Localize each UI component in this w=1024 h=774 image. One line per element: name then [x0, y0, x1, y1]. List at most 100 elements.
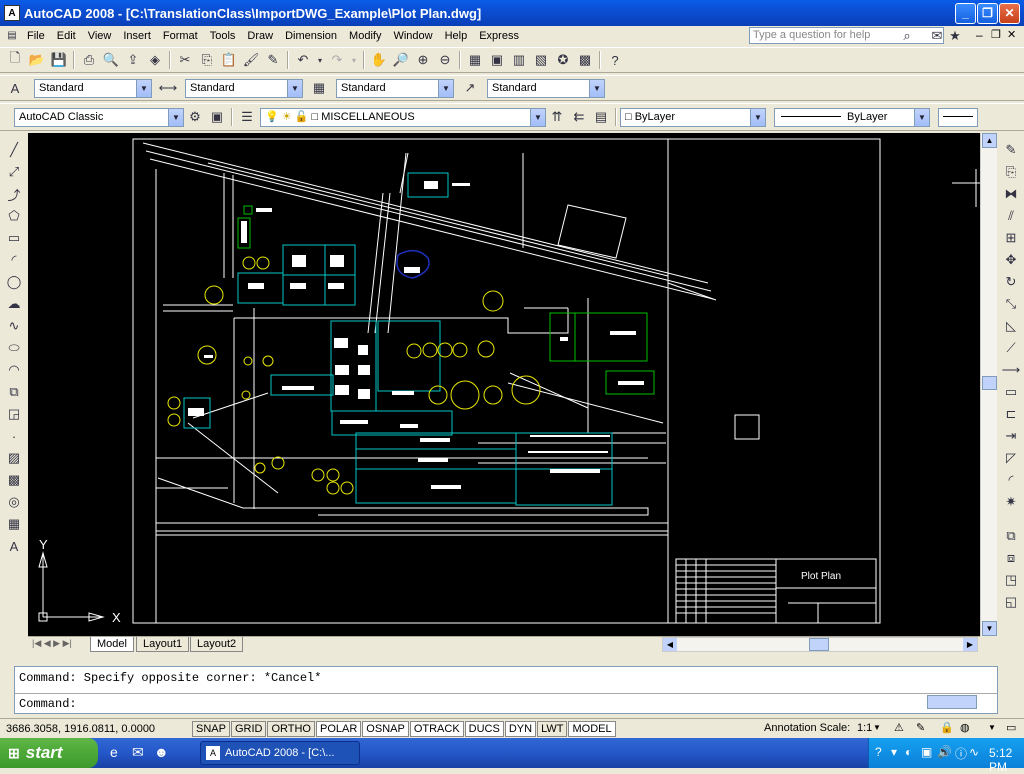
zoom-window-icon[interactable]: ⊕: [413, 50, 433, 70]
close-button[interactable]: ✕: [999, 3, 1020, 24]
make-object-layer-current-icon[interactable]: ⇈: [547, 107, 567, 127]
scroll-left-icon[interactable]: ◀: [663, 638, 677, 651]
dyn-toggle[interactable]: DYN: [504, 720, 537, 737]
table-icon[interactable]: ▦: [4, 514, 24, 534]
offset-icon[interactable]: ⫽: [1001, 206, 1021, 226]
cut-icon[interactable]: ✂: [175, 50, 195, 70]
calculator-icon[interactable]: ▩: [575, 50, 595, 70]
draw-order-back-icon[interactable]: ⧈: [1001, 548, 1021, 568]
menu-view[interactable]: View: [82, 30, 118, 42]
favorites-icon[interactable]: ★: [945, 26, 965, 46]
osnap-toggle[interactable]: OSNAP: [362, 720, 409, 737]
hscroll-thumb[interactable]: [809, 638, 829, 651]
polygon-icon[interactable]: ⬠: [4, 206, 24, 226]
move-icon[interactable]: ✥: [1001, 250, 1021, 270]
line-icon[interactable]: ╱: [4, 140, 24, 160]
menu-tools[interactable]: Tools: [204, 30, 242, 42]
doc-close-button[interactable]: ✕: [1007, 28, 1016, 41]
scroll-down-icon[interactable]: ▼: [982, 621, 997, 636]
tool-palettes-icon[interactable]: ▥: [509, 50, 529, 70]
revision-cloud-icon[interactable]: ☁: [4, 294, 24, 314]
display-icon[interactable]: ▣: [921, 745, 932, 759]
menu-express[interactable]: Express: [473, 30, 525, 42]
break-icon[interactable]: ⊏: [1001, 404, 1021, 424]
3d-dwf-icon[interactable]: ◈: [145, 50, 165, 70]
polar-toggle[interactable]: POLAR: [316, 720, 362, 737]
command-prompt[interactable]: Command:: [19, 697, 77, 711]
fillet-icon[interactable]: ◜: [1001, 470, 1021, 490]
trim-icon[interactable]: ⟋: [1001, 338, 1021, 358]
construction-line-icon[interactable]: ⤢: [4, 162, 24, 182]
scale-icon[interactable]: ⤡: [1001, 294, 1021, 314]
annotation-visibility-icon[interactable]: ⚠: [894, 721, 904, 734]
scroll-right-icon[interactable]: ▶: [963, 638, 977, 651]
chamfer-icon[interactable]: ◸: [1001, 448, 1021, 468]
autocad-icon[interactable]: A: [4, 5, 20, 21]
multiline-text-icon[interactable]: A: [4, 536, 24, 556]
ortho-toggle[interactable]: ORTHO: [267, 720, 315, 737]
array-icon[interactable]: ⊞: [1001, 228, 1021, 248]
draw-order-front-icon[interactable]: ⧉: [1001, 526, 1021, 546]
help-tray-icon[interactable]: ?: [875, 745, 882, 759]
undo-icon[interactable]: ↶: [293, 50, 313, 70]
minimize-button[interactable]: _: [955, 3, 976, 24]
menu-format[interactable]: Format: [157, 30, 204, 42]
layer-select[interactable]: 💡 ☀ 🔓 □ MISCELLANEOUS ▼: [260, 107, 546, 127]
plot-icon[interactable]: ⎙: [79, 50, 99, 70]
mleader-style-icon[interactable]: ↗: [460, 78, 480, 98]
extend-icon[interactable]: ⟶: [1001, 360, 1021, 380]
markup-icon[interactable]: ✪: [553, 50, 573, 70]
rotate-icon[interactable]: ↻: [1001, 272, 1021, 292]
clean-screen-icon[interactable]: ▭: [1006, 721, 1016, 734]
network-icon[interactable]: ◐: [905, 745, 912, 759]
mleader-style-select[interactable]: Standard ▼: [487, 78, 605, 98]
start-button[interactable]: ⊞ start: [0, 738, 98, 768]
menu-help[interactable]: Help: [439, 30, 474, 42]
qnew-icon[interactable]: 🗋: [5, 50, 25, 70]
tab-layout2[interactable]: Layout2: [190, 637, 244, 652]
drawing-area[interactable]: Plot Plan Y X: [28, 133, 980, 636]
horizontal-scrollbar[interactable]: ◀ ▶: [662, 637, 978, 652]
spline-icon[interactable]: ∿: [4, 316, 24, 336]
save-icon[interactable]: 💾: [49, 50, 69, 70]
join-icon[interactable]: ⇥: [1001, 426, 1021, 446]
layer-previous-icon[interactable]: ⇇: [569, 107, 589, 127]
lwt-toggle[interactable]: LWT: [537, 720, 568, 737]
table-style-icon[interactable]: ▦: [309, 78, 329, 98]
volume-icon[interactable]: 🔊: [937, 745, 952, 759]
menu-modify[interactable]: Modify: [343, 30, 387, 42]
insert-block-icon[interactable]: ⧉: [4, 382, 24, 402]
menu-edit[interactable]: Edit: [51, 30, 82, 42]
design-center-icon[interactable]: ▣: [487, 50, 507, 70]
arc-icon[interactable]: ◜: [4, 250, 24, 270]
lineweight-select[interactable]: [938, 107, 978, 127]
workspace-settings-icon[interactable]: ⚙: [185, 107, 205, 127]
scroll-thumb[interactable]: [982, 376, 997, 390]
doc-restore-button[interactable]: ❐: [991, 28, 1001, 41]
break-at-point-icon[interactable]: ▭: [1001, 382, 1021, 402]
snap-toggle[interactable]: SNAP: [192, 720, 230, 737]
outlook-icon[interactable]: ✉: [132, 744, 144, 761]
gradient-icon[interactable]: ▩: [4, 470, 24, 490]
menu-insert[interactable]: Insert: [117, 30, 157, 42]
help-icon[interactable]: ?: [605, 50, 625, 70]
bring-above-icon[interactable]: ◳: [1001, 570, 1021, 590]
text-style-select[interactable]: Standard ▼: [34, 78, 152, 98]
zoom-previous-icon[interactable]: ⊖: [435, 50, 455, 70]
chevron-down-icon[interactable]: ▾: [891, 745, 897, 759]
explode-icon[interactable]: ✷: [1001, 492, 1021, 512]
rectangle-icon[interactable]: ▭: [4, 228, 24, 248]
mirror-icon[interactable]: ⧓: [1001, 184, 1021, 204]
menu-draw[interactable]: Draw: [241, 30, 279, 42]
plot-preview-icon[interactable]: 🔍: [101, 50, 121, 70]
zoom-realtime-icon[interactable]: 🔎: [391, 50, 411, 70]
polyline-icon[interactable]: ⤴: [4, 184, 24, 204]
pan-realtime-icon[interactable]: ✋: [369, 50, 389, 70]
ellipse-arc-icon[interactable]: ◠: [4, 360, 24, 380]
info-icon[interactable]: ⓘ: [955, 745, 967, 762]
color-select[interactable]: □ ByLayer ▼: [620, 107, 766, 127]
menu-dimension[interactable]: Dimension: [279, 30, 343, 42]
ellipse-icon[interactable]: ⬭: [4, 338, 24, 358]
copy-icon[interactable]: ⎘: [197, 50, 217, 70]
autoscale-icon[interactable]: ✎: [916, 721, 925, 734]
